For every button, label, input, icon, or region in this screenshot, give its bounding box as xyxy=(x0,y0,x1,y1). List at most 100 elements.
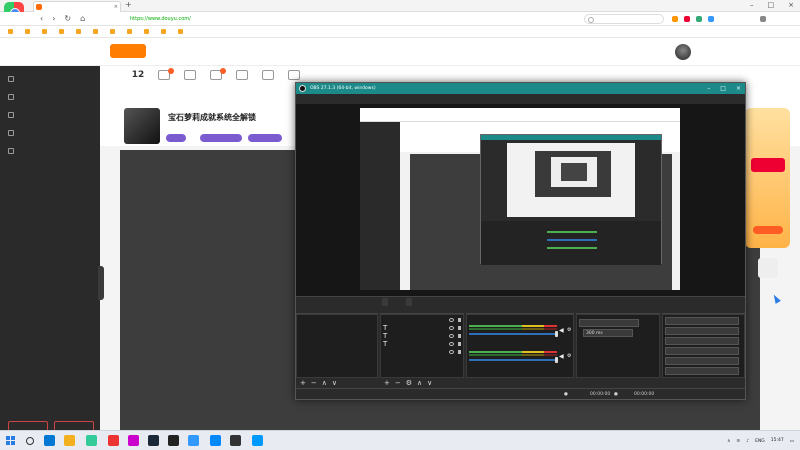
sidebar-collapse-handle[interactable] xyxy=(98,266,104,300)
scene-item[interactable] xyxy=(299,317,375,324)
control-button[interactable] xyxy=(665,357,739,365)
app-icon[interactable] xyxy=(210,435,221,446)
visibility-eye-icon[interactable] xyxy=(449,342,454,346)
sidebar-item[interactable] xyxy=(8,92,20,102)
room-tag[interactable] xyxy=(200,134,242,142)
control-button[interactable] xyxy=(665,317,739,325)
sidebar-item[interactable] xyxy=(8,128,20,138)
gear-icon[interactable]: ⚙ xyxy=(567,353,571,359)
address-bar[interactable]: https://www.douyu.com/ xyxy=(130,14,560,24)
lock-icon[interactable] xyxy=(458,350,461,354)
douyu-logo[interactable] xyxy=(110,44,146,58)
edge-icon[interactable] xyxy=(44,435,55,446)
bookmark-item[interactable] xyxy=(59,26,66,37)
remove-icon[interactable]: − xyxy=(311,378,317,388)
category-item[interactable] xyxy=(178,70,202,82)
app-icon[interactable] xyxy=(252,435,263,446)
bookmark-item[interactable] xyxy=(76,26,83,37)
category-item[interactable] xyxy=(230,70,254,82)
control-button[interactable] xyxy=(665,347,739,355)
tray-chevron-icon[interactable]: ∧ xyxy=(727,439,730,444)
bookmark-item[interactable] xyxy=(161,26,168,37)
extension-icon[interactable] xyxy=(672,16,678,22)
filters-button[interactable] xyxy=(406,298,412,306)
promo-banner[interactable] xyxy=(745,108,790,248)
category-item[interactable] xyxy=(204,68,228,82)
wifi-icon[interactable]: ≋ xyxy=(736,439,740,444)
bookmark-item[interactable] xyxy=(93,26,100,37)
minimize-icon[interactable]: – xyxy=(707,83,710,94)
obs-preview[interactable] xyxy=(296,104,745,296)
volume-slider-handle[interactable] xyxy=(555,357,558,363)
streamer-avatar[interactable] xyxy=(124,108,160,144)
app-icon[interactable] xyxy=(188,435,199,446)
properties-button[interactable] xyxy=(382,298,388,306)
browser-icon[interactable] xyxy=(108,435,119,446)
room-tag[interactable] xyxy=(248,134,282,142)
add-icon[interactable]: + xyxy=(300,378,306,388)
source-item[interactable]: T xyxy=(383,341,463,348)
search-icon[interactable] xyxy=(26,437,34,445)
remove-icon[interactable]: − xyxy=(395,378,401,388)
menu-icon[interactable] xyxy=(760,16,766,22)
duration-input[interactable]: 300 ms xyxy=(583,329,633,337)
maximize-icon[interactable]: □ xyxy=(768,0,775,10)
move-up-icon[interactable]: ∧ xyxy=(417,378,422,388)
app-icon[interactable] xyxy=(128,435,139,446)
add-icon[interactable]: + xyxy=(384,378,390,388)
lock-icon[interactable] xyxy=(458,342,461,346)
close-window-icon[interactable]: × xyxy=(788,0,794,10)
category-item[interactable] xyxy=(282,70,306,82)
side-widget-icon[interactable] xyxy=(758,258,778,278)
visibility-eye-icon[interactable] xyxy=(449,326,454,330)
transition-select[interactable] xyxy=(579,319,639,327)
category-item[interactable]: 12 xyxy=(126,70,150,80)
obs-icon[interactable] xyxy=(168,435,179,446)
control-button[interactable] xyxy=(665,367,739,375)
source-item[interactable] xyxy=(383,349,463,356)
search-box[interactable] xyxy=(584,14,664,24)
speaker-icon[interactable]: ◀ xyxy=(559,353,564,360)
bookmark-item[interactable] xyxy=(127,26,134,37)
gear-icon[interactable]: ⚙ xyxy=(406,378,412,388)
app-icon[interactable] xyxy=(230,435,241,446)
lock-icon[interactable] xyxy=(458,318,461,322)
minimize-icon[interactable]: – xyxy=(750,0,754,10)
volume-icon[interactable]: ♪ xyxy=(746,439,749,444)
sidebar-item[interactable] xyxy=(8,110,20,120)
close-tab-icon[interactable]: × xyxy=(114,2,118,12)
reload-icon[interactable]: ↻ xyxy=(64,13,71,25)
source-item[interactable] xyxy=(383,317,463,324)
lock-icon[interactable] xyxy=(458,334,461,338)
lock-icon[interactable] xyxy=(458,326,461,330)
back-icon[interactable]: ‹ xyxy=(40,13,43,25)
bookmark-item[interactable] xyxy=(110,26,117,37)
bookmark-item[interactable] xyxy=(42,26,49,37)
promo-button[interactable] xyxy=(753,226,783,234)
move-down-icon[interactable]: ∨ xyxy=(332,378,337,388)
source-item[interactable]: T xyxy=(383,325,463,332)
category-item[interactable] xyxy=(152,68,176,82)
app-icon[interactable] xyxy=(86,435,97,446)
move-down-icon[interactable]: ∨ xyxy=(427,378,432,388)
gear-icon[interactable]: ⚙ xyxy=(567,327,571,333)
close-icon[interactable]: × xyxy=(736,83,741,94)
volume-slider-handle[interactable] xyxy=(555,331,558,337)
extension-icon[interactable] xyxy=(708,16,714,22)
language-indicator[interactable]: ENG xyxy=(755,439,765,444)
notification-icon[interactable]: ▭ xyxy=(790,439,794,444)
sidebar-item[interactable] xyxy=(8,146,20,156)
visibility-eye-icon[interactable] xyxy=(449,318,454,322)
speaker-icon[interactable]: ◀ xyxy=(559,327,564,334)
sidebar-item[interactable] xyxy=(8,74,20,84)
room-tag[interactable] xyxy=(166,134,186,142)
category-item[interactable] xyxy=(256,70,280,82)
browser-tab[interactable]: × xyxy=(33,1,121,12)
new-tab-icon[interactable]: + xyxy=(125,0,132,9)
clock[interactable]: 15:47 xyxy=(771,438,784,444)
explorer-icon[interactable] xyxy=(64,435,75,446)
bookmark-item[interactable] xyxy=(25,26,32,37)
visibility-eye-icon[interactable] xyxy=(449,350,454,354)
extension-icon[interactable] xyxy=(684,16,690,22)
control-button[interactable] xyxy=(665,337,739,345)
